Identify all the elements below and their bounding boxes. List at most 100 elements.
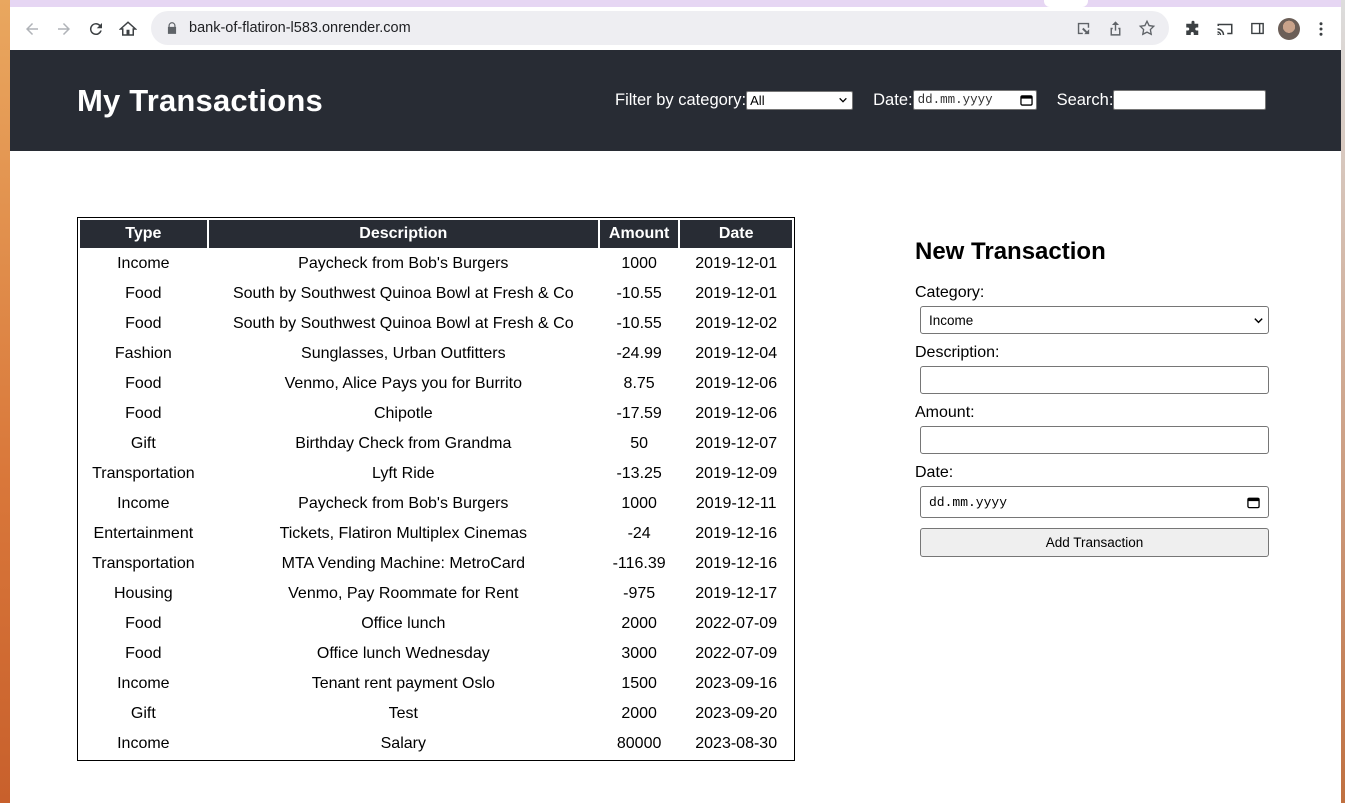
browser-window: bank-of-flatiron-l583.onrender.com My Tr… [10, 0, 1341, 803]
back-icon[interactable] [16, 13, 48, 45]
table-row: Food South by Southwest Quinoa Bowl at Fr… [80, 310, 792, 338]
table-row: Income Tenant rent payment Oslo 1500 2023-0… [80, 670, 792, 698]
cell-amount: -975 [623, 585, 656, 602]
cell-date: 2022-07-09 [695, 615, 778, 632]
cell-amount: 1000 [621, 255, 657, 272]
table-row: Entertainment Tickets, Flatiron Multiplex… [80, 520, 792, 548]
table-row: Transportation Lyft Ride -13.25 2019-12-09 [80, 460, 792, 488]
page-content: My Transactions Filter by category: All … [10, 50, 1341, 803]
new-transaction-form: New Transaction Category: Income Descrip… [915, 238, 1275, 557]
cell-type: Food [125, 405, 162, 422]
description-label: Description: [915, 344, 1000, 361]
chevron-down-icon [1254, 318, 1263, 324]
date-label: Date: [915, 464, 954, 481]
forward-icon[interactable] [48, 13, 80, 45]
category-select-value: Income [929, 312, 974, 328]
cell-date: 2019-12-04 [695, 345, 778, 362]
cell-description: Venmo, Pay Roommate for Rent [288, 585, 519, 602]
cell-description: Birthday Check from Grandma [295, 435, 512, 452]
table-row: Food Office lunch Wednesday 3000 2022-07-09 [80, 640, 792, 668]
calendar-icon[interactable] [1019, 94, 1033, 106]
table-row: Housing Venmo, Pay Roommate for Rent -975 2… [80, 580, 792, 608]
date-filter-input[interactable]: dd.mm.yyyy [912, 90, 1037, 110]
cast-icon[interactable] [1209, 13, 1241, 45]
date-placeholder: dd.mm.yyyy [929, 494, 1008, 510]
extensions-icon[interactable] [1177, 13, 1209, 45]
cell-amount: 8.75 [623, 375, 655, 392]
cell-type: Transportation [92, 465, 195, 482]
cell-description: Salary [380, 735, 426, 752]
active-tab[interactable] [1044, 0, 1088, 7]
table-row: Income Paycheck from Bob's Burgers 1000 201… [80, 250, 792, 278]
add-transaction-button[interactable]: Add Transaction [920, 528, 1269, 557]
table-row: Food Venmo, Alice Pays you for Burrito 8.7… [80, 370, 792, 398]
cell-date: 2019-12-17 [695, 585, 778, 602]
table-row: Fashion Sunglasses, Urban Outfitters -24.9… [80, 340, 792, 368]
cell-date: 2019-12-16 [695, 555, 778, 572]
table-row: Food Chipotle -17.59 2019-12-06 [80, 400, 792, 428]
cell-amount: 80000 [616, 735, 662, 752]
url-text[interactable]: bank-of-flatiron-l583.onrender.com [189, 20, 411, 36]
cell-date: 2019-12-09 [695, 465, 778, 482]
install-icon[interactable] [1067, 12, 1099, 44]
cell-amount: -10.55 [616, 315, 662, 332]
cell-amount: 3000 [621, 645, 657, 662]
calendar-icon[interactable] [1247, 496, 1260, 509]
desktop-background [0, 0, 10, 803]
address-bar[interactable]: bank-of-flatiron-l583.onrender.com [151, 11, 1169, 45]
date-input[interactable]: dd.mm.yyyy [920, 486, 1269, 518]
cell-date: 2023-08-30 [695, 735, 778, 752]
category-filter-select[interactable]: All [746, 90, 854, 110]
page-title: My Transactions [77, 83, 323, 118]
home-icon[interactable] [112, 13, 144, 45]
table-row: Transportation MTA Vending Machine: Metro… [80, 550, 792, 578]
cell-amount: 2000 [621, 705, 657, 722]
table-row: Food South by Southwest Quinoa Bowl at Fr… [80, 280, 792, 308]
cell-description: Tenant rent payment Oslo [311, 675, 495, 692]
column-header-amount: Amount [599, 220, 679, 248]
reload-icon[interactable] [80, 13, 112, 45]
cell-description: Office lunch Wednesday [316, 645, 490, 662]
cell-amount: -17.59 [616, 405, 662, 422]
cell-type: Food [125, 615, 162, 632]
search-label: Search: [1056, 90, 1114, 109]
cell-description: Lyft Ride [372, 465, 435, 482]
cell-date: 2023-09-16 [695, 675, 778, 692]
cell-date: 2019-12-11 [695, 495, 777, 512]
more-menu-icon[interactable] [1305, 13, 1337, 45]
profile-avatar[interactable] [1273, 13, 1305, 45]
cell-type: Gift [130, 705, 156, 722]
amount-input[interactable] [920, 426, 1269, 454]
cell-description: Paycheck from Bob's Burgers [298, 495, 509, 512]
cell-type: Food [125, 315, 162, 332]
side-panel-icon[interactable] [1241, 13, 1273, 45]
app-header: My Transactions Filter by category: All … [10, 50, 1341, 151]
category-select[interactable]: Income [920, 306, 1269, 334]
cell-description: South by Southwest Quinoa Bowl at Fresh … [232, 315, 574, 332]
search-input[interactable] [1113, 90, 1267, 110]
column-header-type: Type [80, 220, 207, 248]
amount-label: Amount: [915, 404, 975, 421]
table-row: Food Office lunch 2000 2022-07-09 [80, 610, 792, 638]
cell-type: Transportation [92, 555, 195, 572]
cell-amount: 1500 [621, 675, 657, 692]
table-header-row: Type Description Amount Date [80, 220, 792, 248]
cell-date: 2022-07-09 [695, 645, 778, 662]
cell-type: Food [125, 645, 162, 662]
cell-amount: 1000 [621, 495, 657, 512]
cell-amount: -116.39 [612, 555, 666, 572]
category-label: Category: [915, 284, 985, 301]
bookmark-star-icon[interactable] [1131, 12, 1163, 44]
cell-type: Housing [114, 585, 173, 602]
transactions-table: Type Description Amount Date Income Paych… [77, 217, 795, 761]
lock-icon[interactable] [165, 21, 179, 35]
cell-date: 2019-12-07 [695, 435, 778, 452]
description-input[interactable] [920, 366, 1269, 394]
cell-amount: -24 [627, 525, 651, 542]
cell-date: 2019-12-02 [695, 315, 778, 332]
table-row: Gift Birthday Check from Grandma 50 2019-12… [80, 430, 792, 458]
cell-type: Gift [130, 435, 156, 452]
cell-description: Sunglasses, Urban Outfitters [301, 345, 506, 362]
share-icon[interactable] [1099, 12, 1131, 44]
cell-description: Tickets, Flatiron Multiplex Cinemas [279, 525, 528, 542]
